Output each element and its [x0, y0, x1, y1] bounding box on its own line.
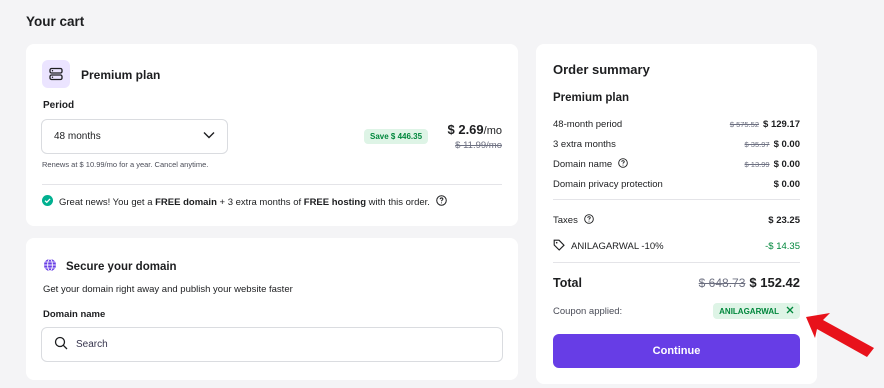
domain-search-placeholder: Search	[76, 339, 108, 350]
help-icon[interactable]	[436, 195, 447, 209]
price-old: $ 11.99/mo	[455, 140, 502, 151]
renewal-note: Renews at $ 10.99/mo for a year. Cancel …	[42, 160, 209, 169]
server-icon	[42, 60, 70, 88]
globe-icon	[43, 258, 57, 275]
summary-row-old-price: $ 35.97	[744, 139, 770, 149]
summary-row-old-price: $ 575.52	[729, 119, 760, 129]
annotation-arrow-icon	[800, 308, 880, 363]
discount-value: -$ 14.35	[765, 240, 800, 252]
summary-row-old-price: $ 13.99	[744, 159, 770, 169]
coupon-label: Coupon applied:	[553, 305, 623, 317]
taxes-row: Taxes $ 23.25	[553, 207, 800, 233]
summary-row-value: $ 0.00	[773, 178, 800, 190]
divider	[553, 199, 800, 200]
plan-title: Premium plan	[81, 68, 161, 82]
summary-row-label: Domain name	[553, 158, 613, 170]
discount-label: ANILAGARWAL -10%	[571, 240, 664, 252]
plan-card: Premium plan Period 48 months Save $ 446…	[26, 44, 518, 226]
summary-row-value: $ 0.00	[773, 158, 800, 170]
help-icon[interactable]	[618, 157, 628, 171]
summary-plan-name: Premium plan	[553, 92, 630, 104]
summary-row: 48-month period $ 575.52 $ 129.17	[553, 114, 800, 134]
period-select[interactable]: 48 months	[41, 119, 228, 154]
price-unit: /mo	[483, 125, 502, 137]
promo-text-suffix: with this order.	[366, 196, 430, 208]
summary-row-label: Domain privacy protection	[553, 178, 663, 190]
domain-title: Secure your domain	[66, 260, 177, 273]
summary-rows: 48-month period $ 575.52 $ 129.17 3 extra…	[553, 114, 800, 194]
summary-row-value: $ 129.17	[763, 118, 800, 130]
promo-text-prefix: Great news! You get a	[59, 196, 156, 208]
chevron-down-icon	[203, 131, 215, 142]
period-select-value: 48 months	[54, 131, 101, 142]
domain-name-label: Domain name	[43, 309, 106, 320]
price-now: $ 2.69	[447, 122, 484, 137]
period-label: Period	[43, 100, 75, 111]
domain-subtitle: Get your domain right away and publish y…	[43, 284, 293, 295]
promo-message: Great news! You get a FREE domain + 3 ex…	[42, 195, 447, 209]
close-icon[interactable]	[786, 306, 794, 316]
total-label: Total	[553, 276, 582, 290]
save-badge: Save $ 446.35	[364, 129, 429, 144]
coupon-code: ANILAGARWAL	[719, 306, 779, 316]
check-circle-icon	[42, 195, 53, 209]
divider	[42, 184, 502, 185]
tax-rows: Taxes $ 23.25 ANILAGARWAL -10% -$ 14.35	[553, 207, 800, 259]
summary-row: Domain name $ 13.99 $ 0.00	[553, 154, 800, 174]
summary-row-value: $ 0.00	[773, 138, 800, 150]
search-icon	[54, 336, 68, 353]
order-summary-card: Order summary Premium plan 48-month peri…	[536, 44, 817, 384]
total-row: Total $ 648.73 $ 152.42	[553, 274, 800, 292]
discount-row: ANILAGARWAL -10% -$ 14.35	[553, 233, 800, 259]
divider	[553, 262, 800, 263]
domain-card: Secure your domain Get your domain right…	[26, 238, 518, 380]
total-price: $ 152.42	[749, 275, 800, 290]
promo-free-hosting: FREE hosting	[303, 196, 367, 208]
summary-row-label: 3 extra months	[553, 138, 616, 150]
tag-icon	[553, 239, 565, 254]
continue-button[interactable]: Continue	[553, 334, 800, 368]
coupon-badge: ANILAGARWAL	[713, 303, 800, 319]
promo-free-domain: FREE domain	[155, 196, 217, 208]
summary-row: 3 extra months $ 35.97 $ 0.00	[553, 134, 800, 154]
domain-title-row: Secure your domain	[43, 258, 177, 275]
total-old-price: $ 648.73	[698, 276, 746, 290]
taxes-label: Taxes	[553, 214, 578, 226]
summary-row-label: 48-month period	[553, 118, 623, 130]
help-icon[interactable]	[584, 213, 594, 227]
summary-title: Order summary	[553, 62, 650, 77]
domain-search-input[interactable]: Search	[41, 327, 503, 362]
price-block: $ 2.69/mo $ 11.99/mo	[448, 122, 503, 151]
page-title: Your cart	[26, 14, 85, 29]
taxes-value: $ 23.25	[768, 214, 800, 226]
promo-text-mid: + 3 extra months of	[216, 196, 304, 208]
summary-row: Domain privacy protection $ 0.00	[553, 174, 800, 194]
coupon-row: Coupon applied: ANILAGARWAL	[553, 303, 800, 319]
